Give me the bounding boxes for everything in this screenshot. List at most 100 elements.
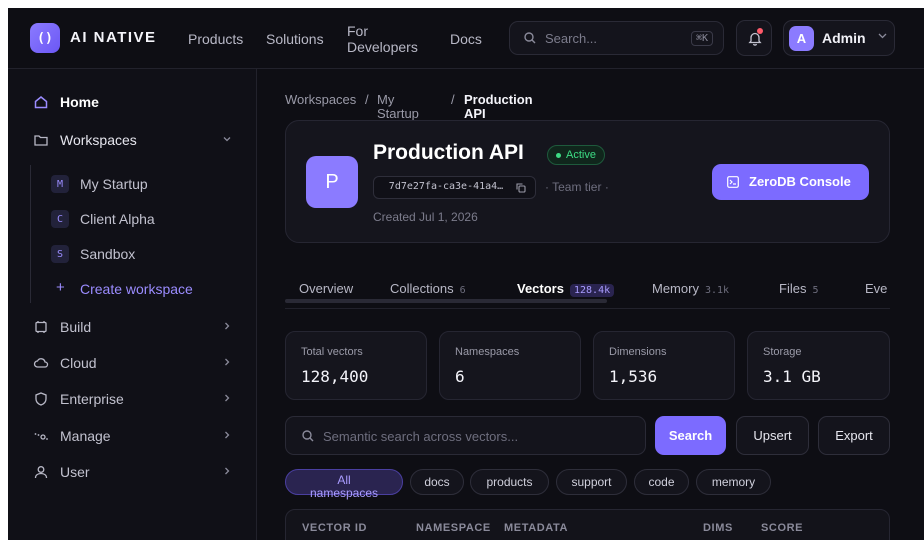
workspace-tree-line: [30, 165, 31, 303]
sidebar-item-label: Manage: [60, 428, 111, 444]
sidebar-item-enterprise[interactable]: Enterprise: [8, 384, 257, 414]
stat-value: 6: [455, 367, 465, 386]
stat-card-dimensions: Dimensions 1,536: [593, 331, 735, 400]
tab-label: Vectors: [517, 281, 564, 296]
sidebar-item-label: Home: [60, 94, 99, 110]
stat-value: 1,536: [609, 367, 658, 386]
console-button-label: ZeroDB Console: [749, 174, 851, 189]
tab-label: Eve: [865, 281, 888, 296]
nav-docs[interactable]: Docs: [450, 31, 482, 47]
tab-overview[interactable]: Overview: [299, 281, 353, 296]
workspace-label: Client Alpha: [80, 211, 155, 227]
workspace-badge: M: [51, 175, 69, 193]
search-icon: [302, 430, 314, 442]
nav-products[interactable]: Products: [188, 31, 243, 47]
namespace-chip-memory[interactable]: memory: [696, 469, 771, 495]
namespace-chip-code[interactable]: code: [634, 469, 689, 495]
sidebar-item-user[interactable]: User: [8, 457, 257, 487]
nav-for-developers[interactable]: For Developers: [347, 23, 427, 55]
tab-count: 6: [459, 285, 466, 296]
top-bar: () AI NATIVE Products Solutions For Deve…: [8, 8, 924, 69]
user-menu-button[interactable]: A Admin: [783, 20, 895, 56]
tab-count: 3.1k: [704, 285, 730, 296]
app-window: () AI NATIVE Products Solutions For Deve…: [8, 8, 924, 540]
workspace-item[interactable]: M My Startup: [48, 171, 248, 199]
tab-label: Files: [779, 281, 807, 296]
tab-count: 5: [812, 285, 819, 296]
terminal-icon: [727, 176, 739, 188]
search-placeholder: Search...: [545, 31, 598, 46]
tabs-scrollbar[interactable]: [285, 299, 607, 303]
stat-card-namespaces: Namespaces 6: [439, 331, 581, 400]
column-header[interactable]: VECTOR ID: [302, 522, 367, 534]
workspace-label: Sandbox: [80, 246, 136, 262]
sidebar-item-manage[interactable]: Manage: [8, 421, 257, 451]
plus-icon: +: [56, 279, 65, 296]
page-title: Production API: [373, 141, 524, 164]
project-header-card: P Production API Active 7d7e27fa-ca3e-41…: [285, 120, 890, 243]
tab-memory[interactable]: Memory 3.1k: [652, 281, 729, 296]
workspace-badge: S: [51, 245, 69, 263]
chevron-right-icon: [225, 431, 230, 439]
tab-vectors[interactable]: Vectors 128.4k: [517, 281, 615, 297]
upsert-button[interactable]: Upsert: [736, 416, 809, 455]
search-shortcut: ⌘K: [690, 31, 713, 46]
search-button[interactable]: Search: [655, 416, 726, 455]
tab-events[interactable]: Eve: [865, 281, 887, 296]
sidebar-item-label: Build: [60, 319, 92, 335]
tab-label: Collections: [390, 281, 454, 296]
stat-label: Storage: [763, 346, 802, 358]
tier-text: Team tier: [552, 180, 602, 194]
nav-solutions[interactable]: Solutions: [266, 31, 324, 47]
namespace-chip-docs[interactable]: docs: [410, 469, 464, 495]
tab-label: Memory: [652, 281, 699, 296]
namespace-chip-all[interactable]: All namespaces: [285, 469, 403, 500]
create-workspace-label: Create workspace: [80, 281, 193, 297]
workspace-label: My Startup: [80, 176, 148, 192]
breadcrumb-current: Production API: [464, 92, 533, 121]
sidebar-item-cloud[interactable]: Cloud: [8, 348, 257, 378]
breadcrumb-my-startup[interactable]: My Startup: [377, 93, 437, 121]
tier-label: · Team tier ·: [545, 180, 609, 194]
breadcrumb-workspaces[interactable]: Workspaces: [285, 93, 356, 107]
notifications-button[interactable]: [736, 20, 772, 56]
vector-search-input[interactable]: Semantic search across vectors...: [285, 416, 646, 455]
chevron-down-icon: [878, 33, 887, 39]
stat-label: Namespaces: [455, 346, 520, 358]
workspace-item[interactable]: C Client Alpha: [48, 206, 248, 234]
notification-dot: [757, 28, 763, 34]
tab-files[interactable]: Files 5: [779, 281, 818, 296]
stat-card-total-vectors: Total vectors 128,400: [285, 331, 427, 400]
sidebar: Home Workspaces M My Startup C Client Al…: [8, 69, 257, 540]
workspace-item[interactable]: S Sandbox: [48, 241, 248, 269]
export-button[interactable]: Export: [818, 416, 890, 455]
column-header[interactable]: SCORE: [761, 522, 803, 534]
namespace-chip-support[interactable]: support: [556, 469, 627, 495]
tab-bar: Overview Collections 6 Vectors 128.4k Memo…: [285, 269, 890, 309]
vectors-table-header: VECTOR ID NAMESPACE METADATA DIMS SCORE: [285, 509, 890, 540]
tab-count: 128.4k: [569, 284, 615, 297]
sidebar-item-home[interactable]: Home: [8, 87, 257, 117]
sidebar-item-label: Workspaces: [60, 132, 137, 148]
tab-collections[interactable]: Collections 6: [390, 281, 466, 296]
create-workspace-link[interactable]: + Create workspace: [48, 276, 248, 304]
project-id-chip[interactable]: 7d7e27fa-ca3e-41a4…: [373, 176, 536, 199]
column-header[interactable]: DIMS: [703, 522, 733, 534]
column-header[interactable]: NAMESPACE: [416, 522, 491, 534]
breadcrumb-separator: /: [451, 92, 455, 107]
sidebar-item-label: Cloud: [60, 355, 97, 371]
chevron-down-icon: [223, 137, 231, 142]
created-date: Created Jul 1, 2026: [373, 210, 478, 224]
copy-icon[interactable]: [516, 183, 526, 193]
chevron-right-icon: [225, 467, 230, 475]
zerodb-console-button[interactable]: ZeroDB Console: [712, 164, 869, 200]
sidebar-item-workspaces[interactable]: Workspaces: [8, 125, 257, 155]
logo-icon[interactable]: (): [30, 23, 60, 53]
global-search-input[interactable]: Search... ⌘K: [509, 21, 724, 55]
namespace-chip-products[interactable]: products: [470, 469, 549, 495]
status-badge: Active: [547, 145, 605, 165]
chevron-right-icon: [225, 394, 230, 402]
sidebar-item-build[interactable]: Build: [8, 312, 257, 342]
column-header[interactable]: METADATA: [504, 522, 568, 534]
brand-name[interactable]: AI NATIVE: [70, 29, 157, 46]
